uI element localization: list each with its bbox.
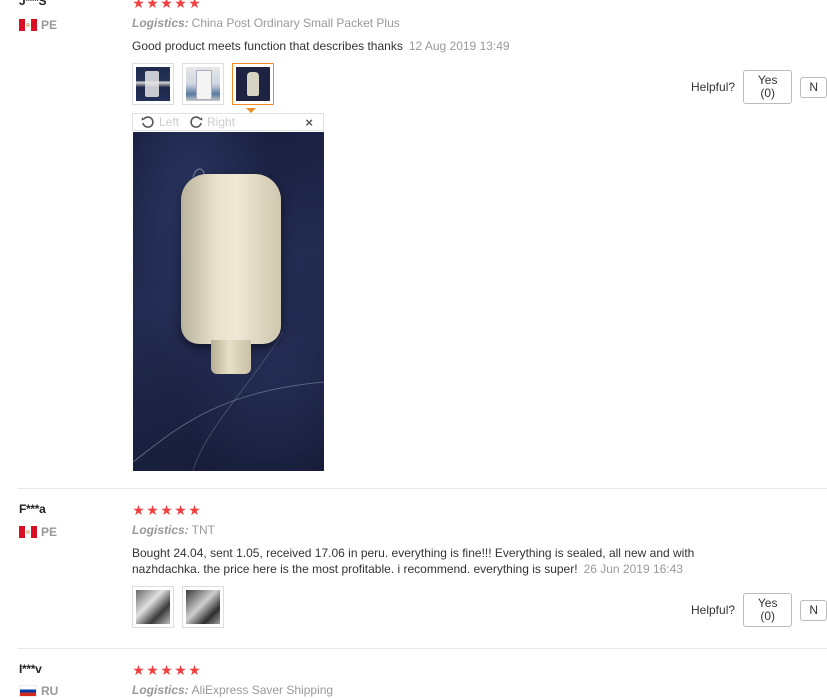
helpful-yes-button[interactable]: Yes (0) [743, 70, 793, 104]
reviewer-name: F***a [19, 502, 46, 516]
star-icon: ★ [146, 0, 159, 11]
review-divider [18, 488, 827, 489]
star-rating: ★ ★ ★ ★ ★ [132, 0, 201, 10]
review-photo-thumb-active[interactable] [232, 63, 274, 105]
reviewer-country: PE [19, 525, 57, 539]
close-viewer-button[interactable]: × [305, 115, 313, 130]
photo-viewer-toolbar: Left Right × [132, 113, 324, 131]
star-icon: ★ [160, 502, 173, 518]
helpful-label: Helpful? [691, 80, 736, 94]
star-icon: ★ [132, 662, 145, 678]
country-code: PE [41, 18, 58, 32]
rotate-left-label: Left [159, 115, 180, 129]
rotate-right-label: Right [207, 115, 236, 129]
logistics-value: AliExpress Saver Shipping [191, 683, 334, 697]
star-rating: ★ ★ ★ ★ ★ [132, 663, 201, 677]
helpful-vote: Helpful? Yes (0) N [691, 593, 827, 627]
star-icon: ★ [146, 662, 159, 678]
logistics-value: China Post Ordinary Small Packet Plus [191, 16, 400, 30]
feedback-text: Good product meets function that describ… [132, 39, 403, 53]
product-photo-icon [236, 67, 270, 101]
star-icon: ★ [174, 0, 187, 11]
review-text: Good product meets function that describ… [132, 38, 510, 54]
filter-cartridge-neck [211, 340, 251, 374]
star-icon: ★ [188, 0, 201, 11]
logistics-info: Logistics: AliExpress Saver Shipping [132, 683, 333, 697]
star-icon: ★ [174, 502, 187, 518]
rotate-left-icon [141, 116, 154, 128]
rotate-left-button[interactable]: Left [141, 115, 179, 129]
filter-cartridge [181, 174, 281, 344]
logistics-info: Logistics: China Post Ordinary Small Pack… [132, 16, 400, 30]
flag-peru-icon [19, 19, 37, 31]
logistics-label: Logistics: [132, 683, 189, 697]
product-photo-icon [136, 67, 170, 101]
review-photo-thumb[interactable] [132, 586, 174, 628]
review-text: Bought 24.04, sent 1.05, received 17.06 … [132, 545, 694, 577]
star-icon: ★ [132, 502, 145, 518]
reviewer-name: J***S [19, 0, 47, 8]
product-photo-icon [186, 590, 220, 624]
flag-peru-icon [19, 526, 37, 538]
review-photo-thumb[interactable] [132, 63, 174, 105]
star-icon: ★ [160, 662, 173, 678]
country-code: PE [41, 525, 58, 539]
logistics-value: TNT [191, 523, 215, 537]
star-icon: ★ [188, 662, 201, 678]
logistics-info: Logistics: TNT [132, 523, 215, 537]
review-photos [132, 586, 224, 628]
star-icon: ★ [132, 0, 145, 11]
review-photo-thumb[interactable] [182, 63, 224, 105]
feedback-text-line-2: nazhdachka. the price here is the most p… [132, 562, 578, 576]
review-date: 12 Aug 2019 13:49 [408, 39, 510, 53]
helpful-no-button[interactable]: N [800, 76, 827, 98]
star-icon: ★ [146, 502, 159, 518]
product-photo-icon [186, 67, 220, 101]
star-rating: ★ ★ ★ ★ ★ [132, 503, 201, 517]
logistics-label: Logistics: [132, 523, 189, 537]
feedback-text-line-1: Bought 24.04, sent 1.05, received 17.06 … [132, 546, 695, 560]
star-icon: ★ [188, 502, 201, 518]
product-photo-icon [136, 590, 170, 624]
star-icon: ★ [174, 662, 187, 678]
reviewer-country: PE [19, 18, 57, 32]
logistics-label: Logistics: [132, 16, 189, 30]
review-date: 26 Jun 2019 16:43 [583, 562, 683, 576]
helpful-yes-button[interactable]: Yes (0) [743, 593, 793, 627]
review-divider [18, 648, 827, 649]
review-photos [132, 63, 274, 105]
flag-russia-icon [19, 685, 37, 697]
helpful-no-button[interactable]: N [800, 599, 827, 621]
helpful-label: Helpful? [691, 603, 736, 617]
review-photo-thumb[interactable] [182, 586, 224, 628]
enlarged-review-photo [133, 132, 324, 471]
reviewer-name: I***v [19, 662, 42, 676]
helpful-vote: Helpful? Yes (0) N [691, 70, 827, 104]
rotate-right-icon [190, 116, 203, 128]
star-icon: ★ [160, 0, 173, 11]
rotate-right-button[interactable]: Right [189, 115, 235, 129]
